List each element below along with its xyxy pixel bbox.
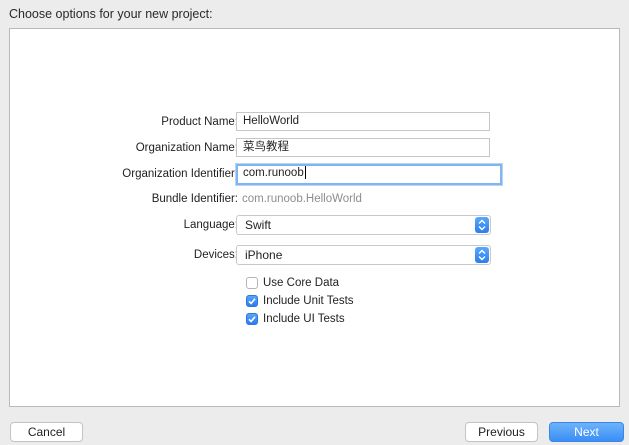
previous-button[interactable]: Previous [465,422,538,442]
organization-name-field[interactable]: 菜鸟教程 [236,138,490,157]
up-down-chevron-icon [475,247,489,263]
include-ui-tests-label: Include UI Tests [263,313,345,325]
devices-select-value: iPhone [245,248,283,262]
page-title: Choose options for your new project: [9,7,213,21]
use-core-data-label: Use Core Data [263,277,340,289]
organization-identifier-value: com.runoob [243,167,304,179]
organization-identifier-field[interactable]: com.runoob [236,164,502,185]
product-name-label: Product Name: [161,116,238,128]
next-button[interactable]: Next [549,422,624,442]
up-down-chevron-icon [475,217,489,233]
include-unit-tests-checkbox[interactable] [246,295,258,307]
devices-label: Devices: [193,249,238,261]
language-select-value: Swift [245,218,272,232]
cancel-button[interactable]: Cancel [10,422,83,442]
bundle-identifier-value: com.runoob.HelloWorld [242,193,362,205]
use-core-data-checkbox[interactable] [246,277,258,289]
product-name-field[interactable]: HelloWorld [236,112,490,131]
organization-identifier-label: Organization Identifier: [122,168,238,180]
include-ui-tests-checkbox[interactable] [246,313,258,325]
language-select[interactable]: Swift [236,215,491,235]
language-label: Language: [183,219,238,231]
bundle-identifier-label: Bundle Identifier: [151,193,238,205]
organization-name-label: Organization Name: [135,142,238,154]
devices-select[interactable]: iPhone [236,245,491,265]
include-unit-tests-label: Include Unit Tests [263,295,354,307]
text-caret [304,166,306,180]
checkmark-icon [248,298,256,305]
checkmark-icon [248,316,256,323]
